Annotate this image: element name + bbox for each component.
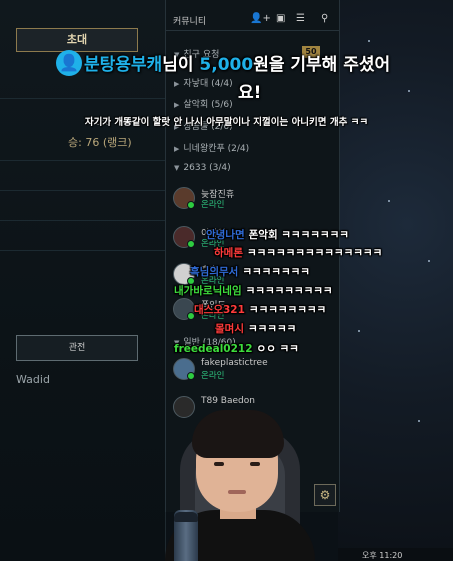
divider <box>0 220 165 221</box>
eye <box>214 462 224 466</box>
star <box>368 40 370 42</box>
mouth <box>228 490 246 494</box>
chat-username: 대스오321 <box>194 304 245 316</box>
donation-message: 자기가 개똥같이 할랏 안 나시 아무말이나 지껄이는 아니키면 개추 ㅋㅋ <box>84 117 369 128</box>
chat-line: freedeal0212 ㅇㅇ ㅋㅋ <box>174 341 299 356</box>
taskbar-clock: 오후 11:20 <box>362 551 403 560</box>
online-status-icon <box>187 201 195 209</box>
ranked-wins-text: 승: 76 (랭크) <box>68 136 132 149</box>
donation-alert: 👤 분탕용부캐님이 5,000원을 기부해 주셨어 요! <box>0 44 453 104</box>
eye <box>250 462 260 466</box>
hair <box>192 410 284 458</box>
chat-line: 안녕나면 폰악회 ㅋㅋㅋㅋㅋㅋㅋ <box>206 227 349 242</box>
donation-text: 원을 기부해 주셨어 <box>253 55 391 75</box>
tumbler-lid <box>174 512 198 522</box>
chat-line: 몰며시 ㅋㅋㅋㅋㅋ <box>215 321 296 336</box>
chat-username: 몰며시 <box>215 323 244 335</box>
chat-username: freedeal0212 <box>174 343 253 355</box>
friend-status: 온라인 <box>201 371 225 381</box>
friend-name: fakeplastictree <box>201 358 268 368</box>
list-icon[interactable]: ☰ <box>296 13 305 24</box>
group-4[interactable]: ▶ 니네왕칸푸 (2/4) <box>174 141 249 154</box>
chat-message: ㅋㅋㅋㅋㅋㅋㅋㅋㅋㅋㅋㅋㅋㅋ <box>246 247 383 259</box>
divider <box>0 160 165 161</box>
friend-item[interactable]: fakeplastictree 온라인 <box>173 358 338 384</box>
divider <box>0 190 165 191</box>
streamer-webcam <box>150 400 318 561</box>
donation-line-2: 요! <box>238 83 262 103</box>
chat-line: 내가바로닉네임 ㅋㅋㅋㅋㅋㅋㅋㅋㅋ <box>174 283 333 298</box>
chat-message: ㅋㅋㅋㅋㅋ <box>247 323 297 335</box>
chat-username: 내가바로닉네임 <box>174 285 242 297</box>
chat-message: ㅇㅇ ㅋㅋ <box>256 343 299 355</box>
donation-line: 분탕용부캐님이 5,000원을 기부해 주셨어 <box>84 50 390 75</box>
friend-item[interactable]: 늦잠진휴 온라인 <box>173 187 338 213</box>
spectate-button[interactable]: 관전 <box>16 335 138 361</box>
group-label: 니네왕칸푸 (2/4) <box>183 144 250 154</box>
add-folder-icon[interactable]: ▣ <box>276 13 285 24</box>
user-icon: 👤 <box>56 50 82 76</box>
online-status-icon <box>187 372 195 380</box>
chat-message: 폰악회 ㅋㅋㅋㅋㅋㅋㅋ <box>248 229 349 241</box>
donation-amount: 5,000 <box>199 55 254 75</box>
chat-username: 흑님의무서 <box>190 266 239 278</box>
chat-line: 흑님의무서 ㅋㅋㅋㅋㅋㅋㅋ <box>190 264 310 279</box>
star <box>358 330 360 332</box>
username-label: Wadid <box>16 373 50 386</box>
chevron-down-icon: ▼ <box>174 164 180 172</box>
chevron-right-icon: ▶ <box>174 145 180 153</box>
group-label: 2633 (3/4) <box>183 163 231 173</box>
chat-message: ㅋㅋㅋㅋㅋㅋㅋ <box>242 266 310 278</box>
chat-message: ㅋㅋㅋㅋㅋㅋㅋㅋ <box>248 304 327 316</box>
group-5[interactable]: ▼ 2633 (3/4) <box>174 163 231 173</box>
star <box>428 260 430 262</box>
divider <box>0 250 165 251</box>
donation-text: 님이 <box>162 55 200 75</box>
chat-username: 안녕나면 <box>206 229 245 241</box>
friend-status: 온라인 <box>201 200 225 210</box>
add-friend-icon[interactable]: 👤+ <box>250 13 271 24</box>
star <box>418 420 420 422</box>
chat-line: 하메론 ㅋㅋㅋㅋㅋㅋㅋㅋㅋㅋㅋㅋㅋㅋ <box>214 245 382 260</box>
chat-line: 대스오321 ㅋㅋㅋㅋㅋㅋㅋㅋ <box>194 302 326 317</box>
community-header: 커뮤니티 👤+ ▣ ☰ ⚲ <box>166 8 339 31</box>
community-title: 커뮤니티 <box>173 17 207 27</box>
search-icon[interactable]: ⚲ <box>321 13 328 24</box>
chat-message: ㅋㅋㅋㅋㅋㅋㅋㅋㅋ <box>245 285 333 297</box>
online-status-icon <box>187 240 195 248</box>
donor-name: 분탕용부캐 <box>84 55 163 75</box>
chat-username: 하메론 <box>214 247 243 259</box>
star <box>388 200 390 202</box>
